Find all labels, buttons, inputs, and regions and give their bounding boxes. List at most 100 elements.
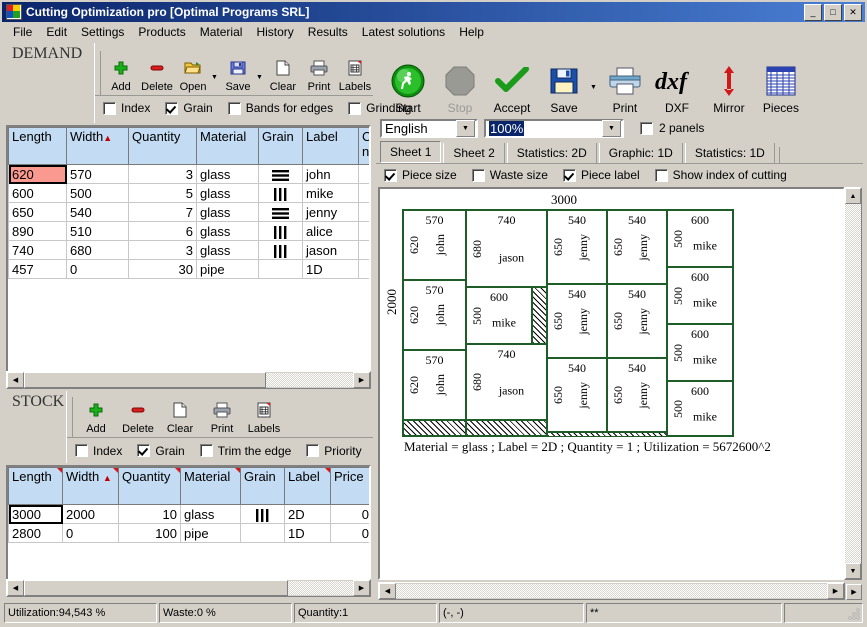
demand-col-material[interactable]: Material (197, 128, 259, 165)
scroll-left-button[interactable]: ◀ (7, 580, 24, 596)
piece-jenny[interactable]: 540 650 jenny (547, 210, 607, 284)
cell-grain[interactable] (259, 222, 303, 241)
demand-col-quantity[interactable]: Quantity (129, 128, 197, 165)
close-button[interactable]: ✕ (844, 4, 862, 21)
demand-hscrollbar[interactable]: ◀ ▶ (6, 371, 371, 389)
stock-col-length[interactable]: Length (9, 468, 63, 505)
menu-item-products[interactable]: Products (131, 23, 192, 41)
table-row[interactable]: 740 680 3 glass jason (9, 241, 372, 260)
cell-length[interactable]: 740 (9, 241, 67, 260)
table-row[interactable]: 890 510 6 glass alice (9, 222, 372, 241)
tab-graphic-1d[interactable]: Graphic: 1D (599, 143, 683, 163)
demand-col-label[interactable]: Label (303, 128, 359, 165)
menu-item-history[interactable]: History (249, 23, 300, 41)
chevron-down-icon[interactable]: ▼ (602, 120, 621, 137)
tab-sheet-2[interactable]: Sheet 2 (443, 143, 504, 163)
demand-col-width[interactable]: Width▲ (67, 128, 129, 165)
cell-length[interactable]: 600 (9, 184, 67, 203)
cell-grain[interactable] (259, 203, 303, 222)
piece-label-checkbox[interactable] (563, 169, 576, 182)
mirror-button[interactable]: Mirror (703, 51, 755, 115)
stock-trim-checkbox[interactable] (200, 444, 213, 457)
stock-labels-button[interactable]: Labels (243, 389, 285, 437)
table-row[interactable]: 457 0 30 pipe 1D (9, 260, 372, 279)
cell-width[interactable]: 0 (63, 524, 119, 543)
stock-grain-checkbox[interactable] (137, 444, 150, 457)
cell-length[interactable]: 650 (9, 203, 67, 222)
cell-material[interactable]: glass (197, 203, 259, 222)
demand-hscroll-thumb[interactable] (24, 372, 266, 388)
stock-col-price[interactable]: Price (331, 468, 372, 505)
cell-label[interactable]: jason (303, 241, 359, 260)
demand-grain-checkbox[interactable] (165, 102, 178, 115)
save-button[interactable]: Save (538, 51, 590, 115)
scroll-right-button[interactable]: ▶ (827, 583, 844, 599)
piece-size-checkbox[interactable] (384, 169, 397, 182)
piece-mike[interactable]: 600 500 mike (667, 381, 733, 436)
demand-hscroll-track[interactable] (266, 373, 353, 387)
cell-material[interactable]: pipe (197, 260, 259, 279)
save-dropdown-arrow-icon[interactable]: ▼ (590, 84, 599, 115)
menu-item-results[interactable]: Results (301, 23, 355, 41)
demand-bands-checkbox[interactable] (228, 102, 241, 115)
stock-hscrollbar[interactable]: ◀ ▶ (6, 579, 371, 597)
cell-width[interactable]: 500 (67, 184, 129, 203)
cell-grain[interactable] (259, 184, 303, 203)
stock-hscroll-thumb[interactable] (24, 580, 288, 596)
cell-length[interactable]: 2800 (9, 524, 63, 543)
cell-quantity[interactable]: 3 (129, 165, 197, 184)
diagram-hscroll-track[interactable] (396, 584, 827, 598)
chevron-down-icon[interactable]: ▼ (456, 120, 475, 137)
dxf-button[interactable]: dxf DXF (651, 51, 703, 115)
resize-grip[interactable] (847, 607, 861, 621)
stock-col-quantity[interactable]: Quantity (119, 468, 181, 505)
maximize-button[interactable]: □ (824, 4, 842, 21)
stock-add-button[interactable]: Add (75, 389, 117, 437)
cell-material[interactable]: glass (197, 222, 259, 241)
waste-size-checkbox[interactable] (472, 169, 485, 182)
menu-item-file[interactable]: File (6, 23, 39, 41)
piece-jenny[interactable]: 540 650 jenny (607, 210, 667, 284)
cell-grain[interactable] (241, 505, 285, 524)
stock-priority-checkbox[interactable] (306, 444, 319, 457)
cell-width[interactable]: 0 (67, 260, 129, 279)
cell-label[interactable]: 1D (285, 524, 331, 543)
stock-col-label[interactable]: Label (285, 468, 331, 505)
cell-label[interactable]: 1D (303, 260, 359, 279)
cell-customer[interactable] (359, 165, 372, 184)
piece-john[interactable]: 570 620 john (403, 350, 466, 420)
cell-quantity[interactable]: 10 (119, 505, 181, 524)
cell-customer[interactable] (359, 241, 372, 260)
stock-delete-button[interactable]: Delete (117, 389, 159, 437)
cell-width[interactable]: 510 (67, 222, 129, 241)
cell-grain[interactable] (259, 165, 303, 184)
print-button[interactable]: Print (599, 51, 651, 115)
table-row[interactable]: 620 570 3 glass john (9, 165, 372, 184)
cutting-diagram-canvas[interactable]: 3000 2000 570 620 john 570 620 john (378, 187, 845, 580)
stock-clear-button[interactable]: Clear (159, 389, 201, 437)
cell-label[interactable]: mike (303, 184, 359, 203)
cell-material[interactable]: glass (181, 505, 241, 524)
cell-price[interactable]: 0 (331, 505, 372, 524)
zoom-select[interactable]: 100% ▼ (484, 119, 624, 138)
piece-jason[interactable]: 740 680 jason (466, 210, 547, 287)
table-row[interactable]: 600 500 5 glass mike (9, 184, 372, 203)
demand-col-customer[interactable]: Customer name (359, 128, 372, 165)
scroll-up-button[interactable]: ▲ (845, 188, 861, 204)
cell-label[interactable]: 2D (285, 505, 331, 524)
scroll-right-corner-button[interactable]: ▶ (846, 584, 862, 600)
scroll-right-button[interactable]: ▶ (353, 580, 370, 596)
language-select[interactable]: English ▼ (380, 119, 478, 138)
cell-material[interactable]: glass (197, 165, 259, 184)
cell-customer[interactable] (359, 222, 372, 241)
tab-statistics-2d[interactable]: Statistics: 2D (507, 143, 597, 163)
demand-save-button[interactable]: Save (220, 47, 256, 95)
cell-customer[interactable] (359, 184, 372, 203)
menu-item-help[interactable]: Help (452, 23, 491, 41)
cell-price[interactable]: 0 (331, 524, 372, 543)
cell-length[interactable]: 620 (9, 165, 67, 184)
cell-grain[interactable] (259, 241, 303, 260)
piece-mike[interactable]: 600 500 mike (667, 210, 733, 267)
menu-item-latest-solutions[interactable]: Latest solutions (355, 23, 452, 41)
diagram-hscrollbar[interactable]: ◀ ▶ (378, 582, 845, 600)
